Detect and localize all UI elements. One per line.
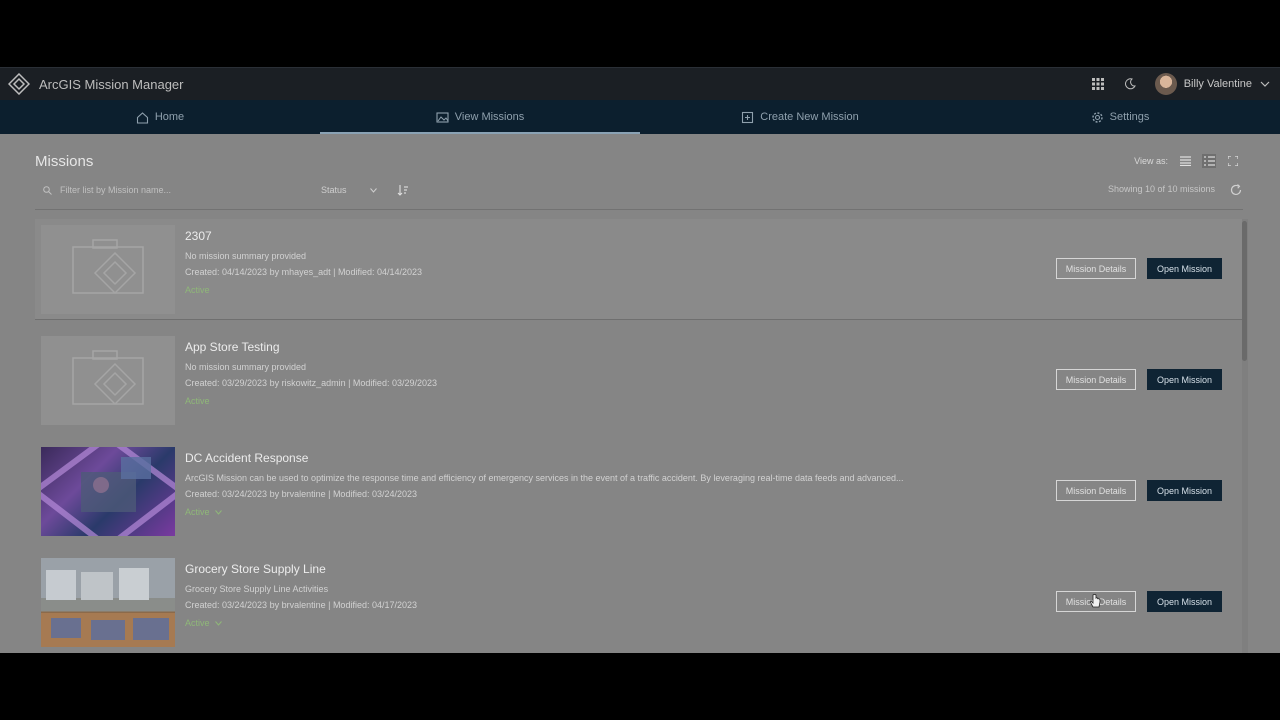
mission-meta: Created: 03/24/2023 by brvalentine | Mod… — [185, 489, 418, 499]
status-filter-label: Status — [321, 185, 347, 195]
scrollbar-thumb[interactable] — [1242, 221, 1247, 361]
search-input[interactable]: Filter list by Mission name... — [35, 178, 305, 202]
plus-square-icon — [742, 111, 754, 123]
tab-settings-label: Settings — [1109, 111, 1150, 123]
mission-thumbnail — [41, 225, 175, 314]
grid-apps-icon[interactable] — [1091, 77, 1105, 91]
mission-thumbnail — [41, 336, 175, 425]
view-detail-list-icon[interactable] — [1202, 154, 1216, 168]
tab-view-missions[interactable]: View Missions — [320, 100, 640, 134]
mission-title[interactable]: 2307 — [185, 229, 212, 243]
mission-meta: Created: 03/24/2023 by brvalentine | Mod… — [185, 600, 418, 610]
tab-create-mission[interactable]: Create New Mission — [640, 100, 960, 134]
mission-summary: ArcGIS Mission can be used to optimize t… — [185, 473, 904, 483]
chevron-down-icon — [370, 187, 377, 193]
page-title: Missions — [35, 153, 94, 170]
view-fullscreen-icon[interactable] — [1226, 154, 1240, 168]
mission-card[interactable]: DC Accident Response ArcGIS Mission can … — [35, 441, 1243, 542]
mission-title[interactable]: Grocery Store Supply Line — [185, 562, 326, 576]
mission-details-button[interactable]: Mission Details — [1056, 369, 1136, 390]
sort-icon[interactable] — [397, 183, 409, 197]
mission-summary: No mission summary provided — [185, 251, 307, 261]
chevron-down-icon[interactable] — [214, 509, 222, 515]
mission-card[interactable]: 2307 No mission summary provided Created… — [35, 219, 1243, 320]
mission-meta: Created: 03/29/2023 by riskowitz_admin |… — [185, 378, 437, 388]
mission-details-button[interactable]: Mission Details — [1056, 480, 1136, 501]
status-badge: Active — [185, 507, 222, 517]
open-mission-button[interactable]: Open Mission — [1147, 480, 1222, 501]
view-compact-list-icon[interactable] — [1178, 154, 1192, 168]
tab-create-mission-label: Create New Mission — [760, 111, 859, 123]
header-bar: ArcGIS Mission Manager Billy Valentine — [0, 67, 1280, 100]
mission-placeholder-icon — [72, 238, 144, 294]
moon-icon[interactable] — [1123, 77, 1137, 91]
mission-list: 2307 No mission summary provided Created… — [35, 219, 1243, 653]
mission-thumbnail — [41, 447, 175, 536]
refresh-icon[interactable] — [1229, 183, 1243, 197]
mission-title[interactable]: App Store Testing — [185, 340, 280, 354]
status-text: Active — [185, 618, 210, 628]
tab-home-label: Home — [154, 111, 185, 123]
mission-details-button[interactable]: Mission Details — [1056, 258, 1136, 279]
mission-title[interactable]: DC Accident Response — [185, 451, 308, 465]
mission-placeholder-icon — [72, 349, 144, 405]
showing-count: Showing 10 of 10 missions — [1107, 184, 1215, 194]
mission-logo-icon — [8, 73, 30, 95]
search-icon — [43, 185, 52, 195]
mission-meta: Created: 04/14/2023 by mhayes_adt | Modi… — [185, 267, 423, 277]
open-mission-button[interactable]: Open Mission — [1147, 591, 1222, 612]
status-text: Active — [185, 396, 210, 406]
tab-settings[interactable]: Settings — [960, 100, 1280, 134]
view-as-controls: View as: — [1134, 154, 1240, 168]
filter-row: Filter list by Mission name... Status Sh… — [35, 178, 1245, 202]
avatar[interactable] — [1154, 73, 1177, 95]
app-window: ArcGIS Mission Manager Billy Valentine H… — [0, 67, 1280, 653]
divider — [35, 209, 1243, 210]
hand-cursor-icon — [1089, 594, 1101, 608]
tab-home[interactable]: Home — [0, 100, 320, 134]
image-icon — [436, 111, 449, 123]
tab-view-missions-label: View Missions — [454, 111, 525, 123]
status-badge: Active — [185, 396, 210, 406]
mission-summary: Grocery Store Supply Line Activities — [185, 584, 329, 594]
app-title: ArcGIS Mission Manager — [39, 76, 184, 92]
gear-icon — [1091, 111, 1103, 123]
open-mission-button[interactable]: Open Mission — [1147, 258, 1222, 279]
letterbox-bottom — [0, 653, 1280, 720]
status-text: Active — [185, 285, 210, 295]
status-badge: Active — [185, 285, 210, 295]
chevron-down-icon[interactable] — [1260, 81, 1270, 87]
mission-card[interactable]: App Store Testing No mission summary pro… — [35, 330, 1243, 431]
view-as-label: View as: — [1134, 156, 1168, 166]
chevron-down-icon[interactable] — [214, 620, 222, 626]
accident-scene-image — [41, 447, 175, 536]
main-nav: Home View Missions Create New Mission Se… — [0, 100, 1280, 134]
status-filter-select[interactable]: Status — [321, 178, 377, 202]
mission-thumbnail — [41, 558, 175, 647]
status-text: Active — [185, 507, 210, 517]
user-name[interactable]: Billy Valentine — [1184, 78, 1252, 90]
missions-page: Missions View as: Filter list by Mission… — [0, 134, 1280, 653]
open-mission-button[interactable]: Open Mission — [1147, 369, 1222, 390]
trucks-produce-image — [41, 568, 175, 647]
search-placeholder: Filter list by Mission name... — [60, 185, 172, 195]
letterbox-top — [0, 0, 1280, 67]
status-badge: Active — [185, 618, 222, 628]
mission-summary: No mission summary provided — [185, 362, 307, 372]
mission-card[interactable]: Grocery Store Supply Line Grocery Store … — [35, 552, 1243, 653]
home-icon — [136, 111, 148, 124]
